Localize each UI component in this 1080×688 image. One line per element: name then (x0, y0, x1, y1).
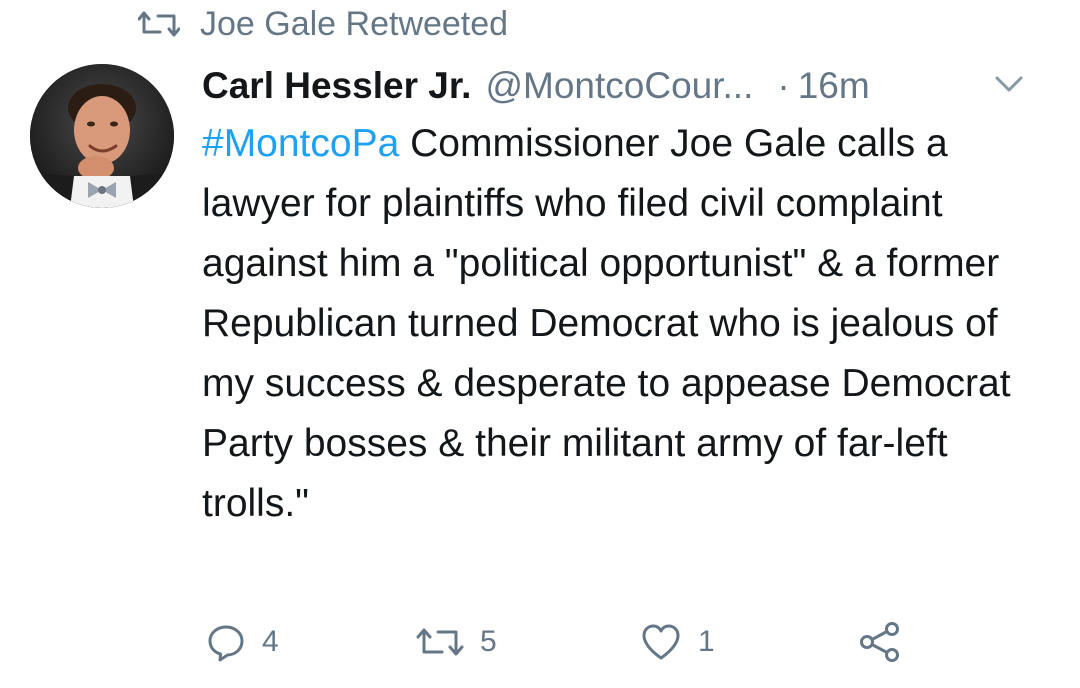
share-button[interactable] (858, 612, 902, 672)
retweet-context-label: Joe Gale Retweeted (200, 4, 509, 43)
like-button[interactable]: 1 (640, 612, 715, 672)
chevron-down-icon[interactable] (994, 74, 1024, 94)
retweet-context: Joe Gale Retweeted (137, 2, 509, 46)
tweet-body: #MontcoPa Commissioner Joe Gale calls a … (202, 114, 1052, 534)
like-count: 1 (698, 625, 715, 658)
tweet-timestamp[interactable]: 16m (798, 65, 870, 107)
retweet-icon (416, 623, 464, 661)
separator-dot: · (777, 65, 790, 106)
author-display-name[interactable]: Carl Hessler Jr. (202, 65, 471, 107)
retweet-count: 5 (480, 625, 497, 658)
share-icon (858, 620, 902, 664)
retweet-icon (137, 8, 181, 40)
retweet-button[interactable]: 5 (416, 612, 497, 672)
tweet-actions: 4 5 1 (0, 612, 1080, 672)
hashtag-link[interactable]: #MontcoPa (202, 122, 399, 165)
tweet-body-text: Commissioner Joe Gale calls a lawyer for… (202, 122, 1011, 525)
tweet-header: Carl Hessler Jr. @MontcoCour... · 16m (202, 62, 1052, 110)
reply-count: 4 (262, 625, 279, 658)
reply-icon (206, 622, 246, 662)
heart-icon (640, 622, 682, 662)
author-avatar[interactable] (30, 64, 174, 208)
reply-button[interactable]: 4 (206, 612, 279, 672)
author-handle[interactable]: @MontcoCour... (485, 65, 753, 107)
